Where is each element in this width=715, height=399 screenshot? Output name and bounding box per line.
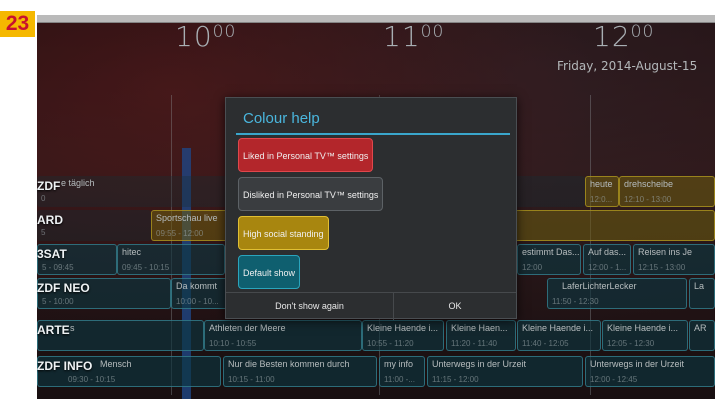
page-number-badge: 23 xyxy=(0,11,35,37)
liked-swatch: Liked in Personal TV™ settings xyxy=(238,138,374,172)
channel-name: 3SAT xyxy=(37,247,67,261)
channel-name: ARD xyxy=(37,213,63,227)
dialog-title: Colour help xyxy=(243,110,320,127)
channel-name: ZDF INFO xyxy=(37,359,93,373)
social-standing-swatch: High social standing xyxy=(238,216,329,250)
disliked-swatch: Disliked in Personal TV™ settings xyxy=(238,177,384,211)
ok-button[interactable]: OK xyxy=(394,293,516,320)
channel-name: ZDF NEO xyxy=(37,281,90,295)
title-divider xyxy=(236,133,510,135)
default-show-swatch: Default show xyxy=(238,255,301,289)
channel-name: ZDF xyxy=(37,179,61,193)
colour-help-dialog: Colour help Liked in Personal TV™ settin… xyxy=(225,97,517,320)
dont-show-again-button[interactable]: Don't show again xyxy=(226,293,393,320)
tv-screen: 1000 1100 1200 Friday, 2014-August-15 ZD… xyxy=(37,15,715,399)
magazine-frame: 23 1000 1100 1200 Friday, 2014-August-15… xyxy=(0,0,715,399)
channel-name: ARTE xyxy=(37,323,70,337)
dialog-footer: Don't show again OK xyxy=(226,292,516,320)
